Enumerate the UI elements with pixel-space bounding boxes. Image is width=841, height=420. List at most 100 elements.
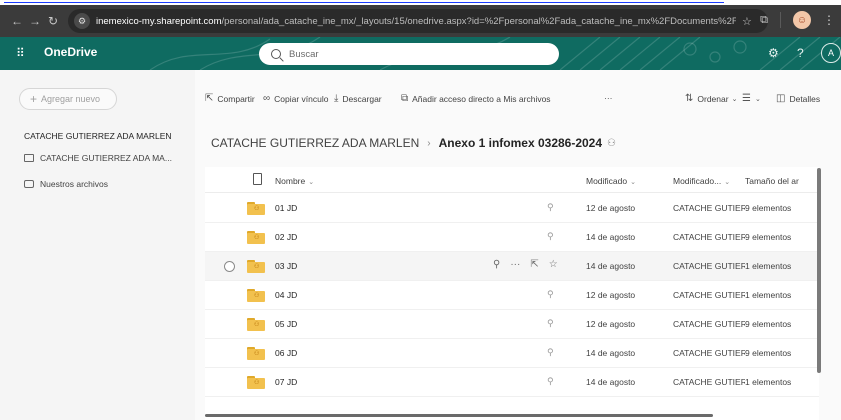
pin-icon[interactable]: ⚲ [493, 259, 500, 270]
site-settings-icon[interactable]: ⚙ [74, 13, 90, 29]
more-icon[interactable]: ··· [510, 259, 520, 270]
url-text[interactable]: inemexico-my.sharepoint.com/personal/ada… [96, 16, 736, 27]
add-shortcut-label: Añadir acceso directo a Mis archivos [412, 93, 551, 104]
column-header-size[interactable]: Tamaño del ar [745, 176, 799, 186]
plus-icon: + [30, 92, 38, 106]
item-count: 9 elementos [745, 348, 792, 358]
browser-profile-avatar[interactable]: ☺ [793, 11, 811, 29]
file-name[interactable]: 04 JD [275, 290, 297, 300]
share-button[interactable]: ⇱ Compartir [205, 93, 255, 104]
nav-item-label: CATACHE GUTIERREZ ADA MA... [40, 153, 172, 163]
row-actions: ⚲ ··· ⇱ ☆ [493, 259, 558, 270]
item-count: 9 elementos [745, 319, 792, 329]
browser-toolbar: ← → ↻ ⚙ inemexico-my.sharepoint.com/pers… [0, 5, 841, 37]
download-icon: ⤓ [334, 93, 339, 104]
view-options-button[interactable]: ☰ ⌄ [742, 93, 765, 104]
share-icon[interactable]: ⇱ [530, 259, 538, 270]
item-count: 1 elementos [745, 261, 792, 271]
app-brand[interactable]: OneDrive [44, 45, 97, 59]
table-row[interactable]: ⚇ 04 JD ⚲ 12 de agosto CATACHE GUTIERREZ… [205, 281, 819, 310]
shared-people-icon: ⚇ [607, 137, 616, 149]
nav-owner-heading: CATACHE GUTIERREZ ADA MARLEN [24, 131, 172, 141]
file-name[interactable]: 03 JD [275, 261, 297, 271]
modified-date: 12 de agosto [586, 203, 636, 213]
forward-icon[interactable]: → [26, 14, 44, 28]
chevron-down-icon: ⌄ [308, 179, 315, 186]
search-input[interactable]: Buscar [259, 43, 559, 65]
file-name[interactable]: 05 JD [275, 319, 297, 329]
pin-icon[interactable]: ⚲ [547, 318, 554, 329]
more-actions-button[interactable]: ··· [604, 93, 613, 103]
shared-folder-icon: ⚇ [247, 376, 265, 389]
sort-button[interactable]: ⇅ Ordenar ⌄ [685, 93, 741, 104]
bookmark-star-icon[interactable]: ☆ [742, 15, 752, 28]
left-navigation: + Agregar nuevo CATACHE GUTIERREZ ADA MA… [0, 70, 195, 420]
horizontal-scrollbar[interactable] [205, 414, 713, 417]
table-row[interactable]: ⚇ 07 JD ⚲ 14 de agosto CATACHE GUTIERREZ… [205, 368, 819, 397]
column-header-label: Modificado... [673, 176, 722, 186]
file-name[interactable]: 01 JD [275, 203, 297, 213]
table-row[interactable]: ⚇ 05 JD ⚲ 12 de agosto CATACHE GUTIERREZ… [205, 310, 819, 339]
search-placeholder: Buscar [289, 48, 319, 60]
table-row[interactable]: ⚇ 06 JD ⚲ 14 de agosto CATACHE GUTIERREZ… [205, 339, 819, 368]
details-pane-icon: ◫ [776, 93, 786, 104]
nav-item-owner-files[interactable]: CATACHE GUTIERREZ ADA MA... [24, 153, 172, 163]
file-name[interactable]: 06 JD [275, 348, 297, 358]
add-shortcut-button[interactable]: ⧉ Añadir acceso directo a Mis archivos [401, 93, 551, 104]
share-icon: ⇱ [205, 93, 214, 104]
shared-folder-icon: ⚇ [247, 260, 265, 273]
download-button[interactable]: ⤓ Descargar [334, 93, 382, 104]
breadcrumb-separator-icon: › [427, 137, 431, 149]
browser-menu-icon[interactable]: ⋮ [823, 13, 835, 27]
column-header-modified-by[interactable]: Modificado... ⌄ [673, 176, 730, 186]
chevron-down-icon: ⌄ [754, 95, 761, 103]
row-select-radio[interactable] [224, 261, 235, 272]
add-new-button[interactable]: + Agregar nuevo [19, 88, 117, 110]
settings-icon[interactable]: ⚙ [768, 46, 779, 60]
more-actions-label: ··· [604, 93, 613, 103]
list-view-icon: ☰ [742, 93, 751, 104]
table-row[interactable]: ⚇ 03 JD ⚲ ··· ⇱ ☆ 14 de agosto CATACHE G… [205, 252, 819, 281]
chevron-down-icon: ⌄ [630, 179, 636, 186]
reload-icon[interactable]: ↻ [44, 14, 62, 28]
column-header-name[interactable]: Nombre ⌄ [275, 176, 314, 186]
favorite-star-icon[interactable]: ☆ [549, 259, 558, 270]
modified-date: 14 de agosto [586, 232, 636, 242]
table-row[interactable]: ⚇ 01 JD ⚲ 12 de agosto CATACHE GUTIERREZ… [205, 194, 819, 223]
breadcrumb-parent[interactable]: CATACHE GUTIERREZ ADA MARLEN [211, 136, 419, 150]
modified-by: CATACHE GUTIERREZ ADA MARLEN [673, 232, 745, 242]
shared-files-icon [24, 180, 34, 188]
modified-by: CATACHE GUTIERREZ ADA MARLEN [673, 319, 745, 329]
share-label: Compartir [217, 93, 255, 104]
modified-date: 14 de agosto [586, 377, 636, 387]
app-header: ⠿ OneDrive Buscar ⚙ ? A [0, 37, 841, 70]
breadcrumb: CATACHE GUTIERREZ ADA MARLEN › Anexo 1 i… [211, 136, 616, 150]
back-icon[interactable]: ← [8, 14, 26, 28]
modified-date: 12 de agosto [586, 319, 636, 329]
pin-icon[interactable]: ⚲ [547, 289, 554, 300]
app-launcher-icon[interactable]: ⠿ [16, 47, 28, 59]
shared-folder-icon: ⚇ [247, 231, 265, 244]
copy-link-button[interactable]: ∞ Copiar vínculo [263, 93, 328, 104]
shared-folder-icon: ⚇ [247, 318, 265, 331]
table-row[interactable]: ⚇ 02 JD ⚲ 14 de agosto CATACHE GUTIERREZ… [205, 223, 819, 252]
pin-icon[interactable]: ⚲ [547, 376, 554, 387]
nav-item-our-files[interactable]: Nuestros archivos [24, 179, 108, 189]
download-label: Descargar [342, 93, 382, 104]
address-bar[interactable]: ⚙ inemexico-my.sharepoint.com/personal/a… [68, 9, 768, 33]
pin-icon[interactable]: ⚲ [547, 202, 554, 213]
file-type-icon[interactable] [253, 173, 262, 185]
table-header: Nombre ⌄ Modificado ⌄ Modificado... ⌄ Tamañ… [205, 167, 819, 193]
search-icon [271, 49, 281, 59]
extensions-icon[interactable]: ⧉ [760, 14, 768, 27]
pin-icon[interactable]: ⚲ [547, 347, 554, 358]
file-name[interactable]: 07 JD [275, 377, 297, 387]
details-button[interactable]: ◫ Detalles [776, 93, 820, 104]
help-icon[interactable]: ? [797, 46, 804, 60]
account-avatar[interactable]: A [821, 43, 841, 63]
pin-icon[interactable]: ⚲ [547, 231, 554, 242]
copy-link-label: Copiar vínculo [274, 93, 329, 104]
vertical-scrollbar[interactable] [817, 168, 821, 373]
file-name[interactable]: 02 JD [275, 232, 297, 242]
column-header-modified[interactable]: Modificado ⌄ [586, 176, 636, 186]
